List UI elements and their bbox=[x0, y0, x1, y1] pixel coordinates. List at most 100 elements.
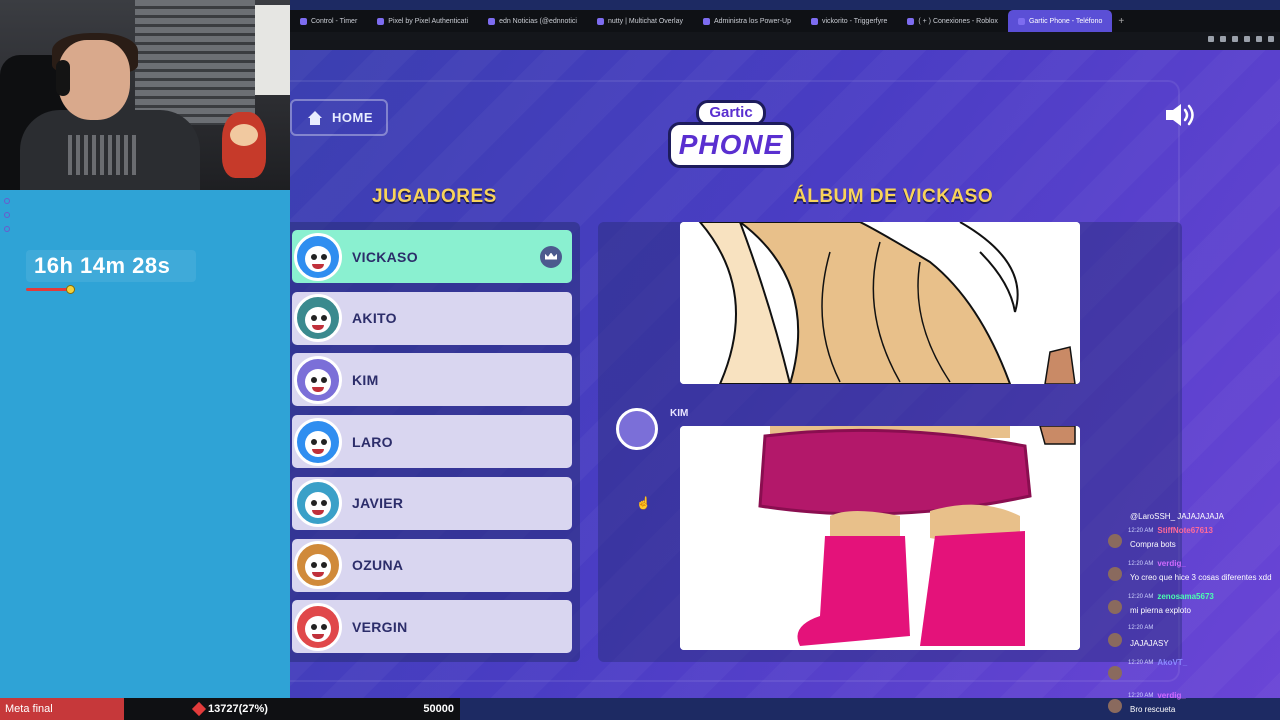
drawing-hair bbox=[680, 222, 1080, 384]
circle-icon bbox=[4, 198, 10, 204]
shield-icon[interactable] bbox=[1232, 36, 1238, 42]
chat-time: 12:20 AM bbox=[1128, 593, 1154, 600]
play-icon[interactable] bbox=[1244, 36, 1250, 42]
chat-message: 12:20 AM AkoVT_ bbox=[1104, 658, 1280, 688]
whiteboard bbox=[255, 5, 290, 95]
subathon-timer: 16h 14m 28s bbox=[26, 250, 196, 282]
chat-meta: 12:20 AM StiffNote67613 bbox=[1128, 526, 1213, 535]
player-row[interactable]: LARO bbox=[292, 415, 572, 469]
tab-label: Gartic Phone - Teléfono bbox=[1028, 17, 1103, 25]
tab-label: Pixel by Pixel Authenticati bbox=[388, 17, 469, 25]
players-title: JUGADORES bbox=[372, 186, 497, 207]
avatar-eye bbox=[311, 438, 317, 445]
player-avatar bbox=[294, 294, 342, 343]
player-row[interactable]: VICKASO bbox=[292, 230, 572, 283]
tab-favicon-icon bbox=[377, 17, 385, 25]
tab-label: edn Noticias (@ednnotici bbox=[499, 17, 577, 25]
chat-avatar bbox=[1108, 534, 1122, 548]
chat-message: 12:20 AM verdig_ Bro rescueta bbox=[1104, 691, 1280, 720]
home-icon bbox=[308, 110, 322, 125]
circle-icon bbox=[4, 212, 10, 218]
avatar-eye bbox=[321, 376, 327, 383]
new-tab-button[interactable]: + bbox=[1112, 16, 1130, 27]
chat-time: 12:20 AM bbox=[1128, 560, 1154, 567]
chat-meta: 12:20 AM verdig_ bbox=[1128, 691, 1186, 700]
chat-message: 12:20 AM verdig_ Yo creo que hice 3 cosas … bbox=[1104, 559, 1280, 589]
browser-tab[interactable]: vickorito - Triggerfyre bbox=[801, 10, 897, 32]
browser-tab-bar: Control - Timer Pixel by Pixel Authentica… bbox=[290, 10, 1280, 32]
tab-label: ( + ) Conexiones - Roblox bbox=[918, 17, 998, 25]
shirt-print bbox=[68, 135, 138, 175]
goal-current: 13727(27%) bbox=[191, 701, 268, 717]
player-row[interactable]: VERGIN bbox=[292, 600, 572, 654]
tab-label: Control - Timer bbox=[311, 17, 358, 25]
mouse-cursor: ☝ bbox=[636, 496, 651, 510]
home-button[interactable]: HOME bbox=[290, 99, 388, 136]
chat-avatar bbox=[1108, 633, 1122, 647]
chat-avatar bbox=[1108, 699, 1122, 713]
player-name: VERGIN bbox=[352, 618, 408, 635]
player-name: VICKASO bbox=[352, 248, 418, 265]
player-row[interactable]: AKITO bbox=[292, 291, 572, 345]
heart-icon bbox=[191, 701, 207, 717]
side-icons bbox=[4, 198, 10, 232]
chat-avatar bbox=[1108, 600, 1122, 614]
chat-time: 12:20 AM bbox=[1128, 692, 1154, 699]
browser-tab[interactable]: edn Noticias (@ednnotici bbox=[478, 10, 587, 32]
extension-icon[interactable] bbox=[1220, 36, 1226, 42]
browser-tab[interactable]: ( + ) Conexiones - Roblox bbox=[897, 10, 1008, 32]
chat-message: 12:20 AM zenosama5673 mi pierna exploto bbox=[1104, 592, 1280, 622]
chat-time: 12:20 AM bbox=[1128, 659, 1154, 666]
player-avatar bbox=[294, 479, 342, 528]
player-avatar bbox=[294, 355, 342, 404]
avatar-eye bbox=[311, 376, 317, 383]
avatar-eye bbox=[321, 562, 327, 568]
chat-meta: 12:20 AM zenosama5673 bbox=[1128, 592, 1214, 601]
tab-favicon-icon bbox=[597, 17, 604, 25]
bookmark-icon[interactable] bbox=[1208, 36, 1214, 42]
player-row[interactable]: OZUNA bbox=[292, 538, 572, 592]
avatar-eye bbox=[321, 438, 327, 445]
chat-meta: 12:20 AM verdig_ bbox=[1128, 559, 1186, 568]
chat-text: JAJAJASY bbox=[1130, 639, 1169, 648]
kim-avatar bbox=[616, 408, 658, 450]
player-name: AKITO bbox=[352, 310, 397, 327]
chat-avatar bbox=[1108, 666, 1122, 680]
chat-avatar bbox=[1108, 567, 1122, 581]
player-name: KIM bbox=[352, 371, 379, 388]
avatar-mouth bbox=[312, 263, 324, 269]
menu-icon[interactable] bbox=[1268, 36, 1274, 42]
headset-icon bbox=[56, 60, 70, 96]
chat-username: verdig_ bbox=[1157, 691, 1186, 700]
players-list: VICKASO AKITO KIM LARO JAVIER OZUNA VERGIN bbox=[290, 222, 580, 662]
chat-username: StiffNote67613 bbox=[1157, 526, 1213, 535]
player-name: JAVIER bbox=[352, 495, 404, 512]
chat-meta: 12:20 AM bbox=[1128, 625, 1157, 631]
player-row[interactable]: KIM bbox=[292, 353, 572, 407]
browser-tab[interactable]: Gartic Phone - Teléfono bbox=[1007, 10, 1113, 32]
browser-tab[interactable]: Control - Timer bbox=[290, 10, 367, 32]
toolbar-icons bbox=[1208, 36, 1274, 42]
goal-bar: Meta final 13727(27%) 50000 bbox=[0, 698, 460, 720]
browser-tab[interactable]: nutty | Multichat Overlay bbox=[587, 10, 693, 32]
chat-overlay: @LaroSSH_ JAJAJAJAJA 12:20 AM StiffNote67… bbox=[1104, 508, 1280, 714]
tab-favicon-icon bbox=[1017, 17, 1025, 25]
player-row[interactable]: JAVIER bbox=[292, 476, 572, 530]
tab-favicon-icon bbox=[907, 17, 915, 25]
speaker-icon[interactable] bbox=[1164, 102, 1198, 128]
player-name: OZUNA bbox=[352, 557, 404, 573]
avatar-eye bbox=[321, 623, 327, 630]
browser-tab[interactable]: Administra los Power-Up bbox=[693, 10, 801, 32]
download-icon[interactable] bbox=[1256, 36, 1262, 42]
tab-favicon-icon bbox=[702, 17, 710, 25]
goal-target: 50000 bbox=[423, 703, 454, 715]
chat-message: 12:20 AM JAJAJASY bbox=[1104, 625, 1280, 655]
avatar-eye bbox=[321, 253, 327, 260]
player-avatar bbox=[294, 417, 342, 466]
browser-tab[interactable]: Pixel by Pixel Authenticati bbox=[367, 10, 478, 32]
coin-icon bbox=[66, 285, 75, 294]
drawing-skirt-boots bbox=[680, 426, 1080, 650]
browser-toolbar bbox=[290, 32, 1280, 50]
player-avatar bbox=[294, 232, 342, 281]
plush-face bbox=[230, 124, 258, 146]
